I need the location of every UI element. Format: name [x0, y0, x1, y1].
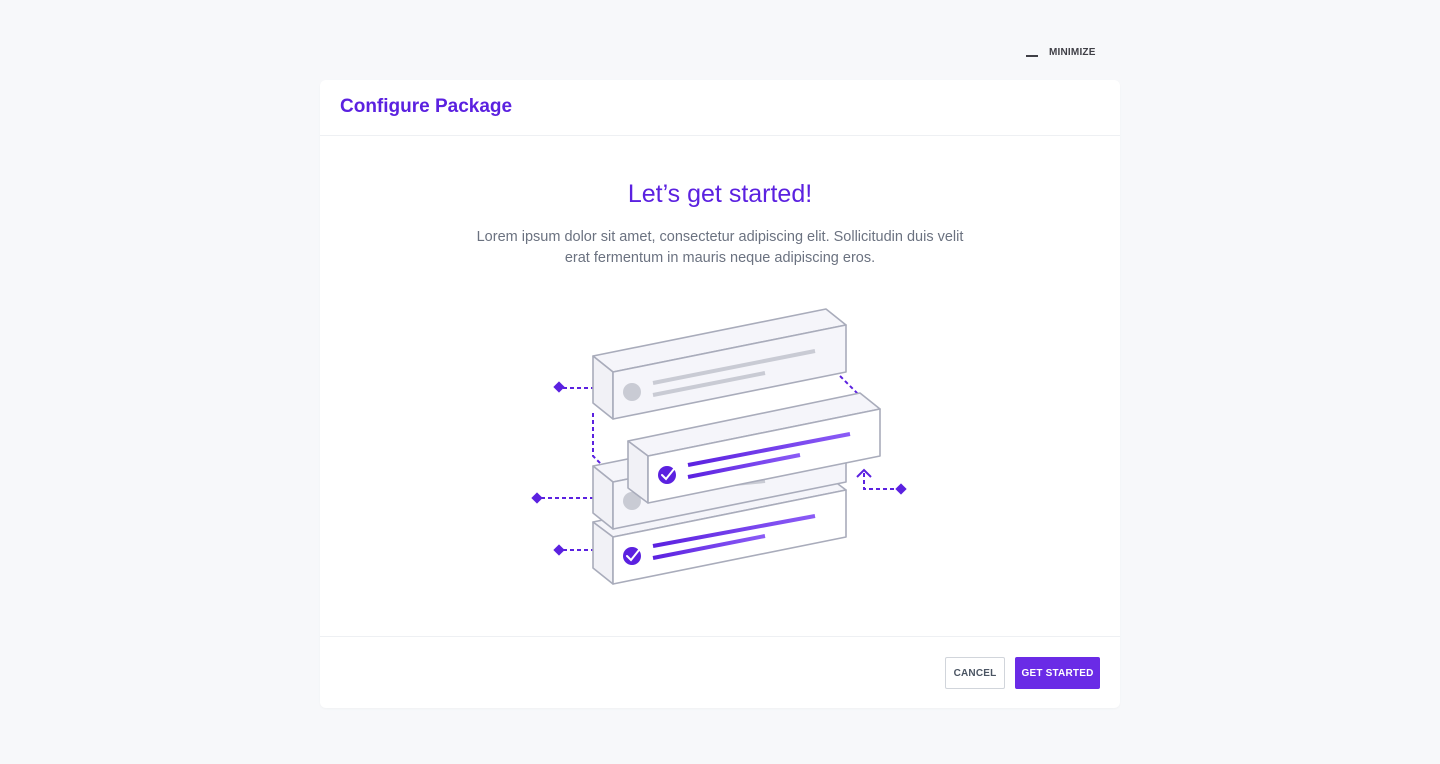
- block-1-pending: [592, 308, 847, 420]
- dialog-header: Configure Package: [320, 80, 1120, 136]
- get-started-button[interactable]: GET STARTED: [1015, 657, 1100, 689]
- dialog-body: Let’s get started! Lorem ipsum dolor sit…: [320, 136, 1120, 637]
- description: Lorem ipsum dolor sit amet, consectetur …: [476, 229, 964, 266]
- minimize-label: MINIMIZE: [1049, 46, 1096, 58]
- headline: Let’s get started!: [627, 180, 813, 208]
- connector-diamond-1: [553, 381, 565, 393]
- minimize-icon: [1026, 55, 1038, 57]
- dialog-footer: CANCEL GET STARTED: [320, 637, 1120, 708]
- configure-package-dialog: Configure Package Let’s get started! Lor…: [320, 80, 1120, 708]
- minimize-button[interactable]: MINIMIZE: [1026, 44, 1096, 60]
- connector-diamond-4: [895, 483, 907, 495]
- stacked-package-blocks-illustration: [531, 308, 907, 585]
- pending-circle-icon: [623, 383, 641, 401]
- connector-diamond-2: [531, 492, 543, 504]
- cancel-button[interactable]: CANCEL: [945, 657, 1005, 689]
- dialog-title: Configure Package: [340, 96, 513, 117]
- connector-diamond-3: [553, 544, 565, 556]
